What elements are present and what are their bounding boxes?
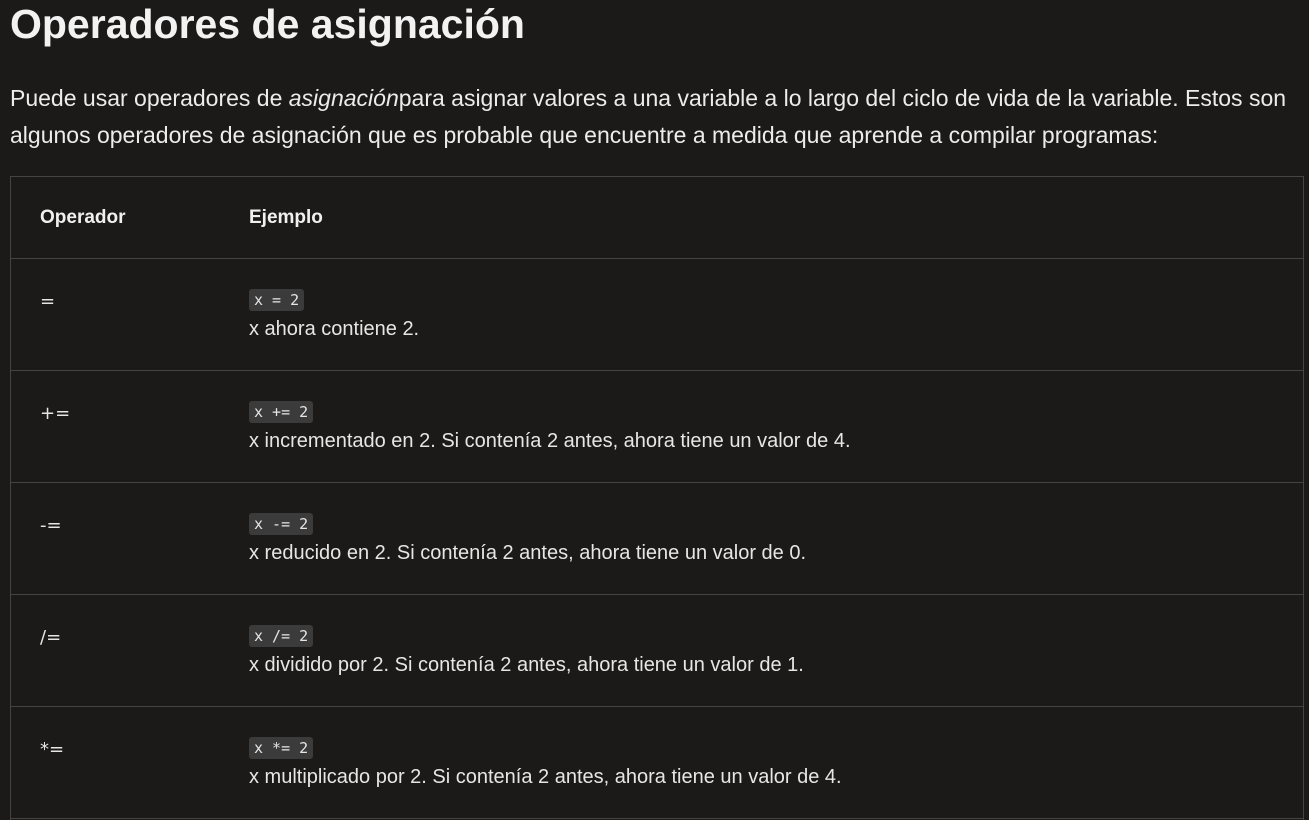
operator-cell: -= (40, 514, 62, 536)
table-row: -= x -= 2 x reducido en 2. Si contenía 2… (11, 482, 1303, 594)
operator-cell: *= (40, 738, 65, 760)
header-example: Ejemplo (249, 207, 323, 228)
table-row: = x = 2 x ahora contiene 2. (11, 258, 1303, 370)
example-cell: x /= 2 x dividido por 2. Si contenía 2 a… (249, 594, 1303, 706)
operator-cell: += (40, 402, 71, 424)
code-snippet: x += 2 (249, 400, 314, 423)
example-cell: x = 2 x ahora contiene 2. (249, 258, 1303, 370)
table-row: += x += 2 x incrementado en 2. Si conten… (11, 370, 1303, 482)
example-description: x dividido por 2. Si contenía 2 antes, a… (249, 653, 804, 676)
table-body: = x = 2 x ahora contiene 2. += x += 2 x … (11, 258, 1303, 818)
code-snippet: x = 2 (249, 288, 305, 311)
code-snippet: x *= 2 (249, 736, 314, 759)
article-page: Operadores de asignación Puede usar oper… (0, 0, 1309, 820)
intro-paragraph: Puede usar operadores de asignaciónpara … (10, 80, 1300, 154)
code-snippet: x /= 2 (249, 624, 314, 647)
table-header-row: Operador Ejemplo (11, 177, 1303, 258)
table-row: /= x /= 2 x dividido por 2. Si contenía … (11, 594, 1303, 706)
page-title: Operadores de asignación (10, 1, 525, 47)
example-cell: x *= 2 x multiplicado por 2. Si contenía… (249, 706, 1303, 818)
code-snippet: x -= 2 (249, 512, 314, 535)
example-cell: x += 2 x incrementado en 2. Si contenía … (249, 370, 1303, 482)
example-description: x reducido en 2. Si contenía 2 antes, ah… (249, 541, 807, 564)
intro-emphasis: asignación (288, 85, 399, 111)
operators-table-container: Operador Ejemplo = x = 2 x ahora contien… (10, 176, 1304, 820)
example-description: x incrementado en 2. Si contenía 2 antes… (249, 429, 851, 452)
operator-cell: /= (40, 626, 62, 648)
operator-cell: = (40, 290, 56, 312)
header-operator: Operador (40, 207, 126, 228)
operators-table: Operador Ejemplo = x = 2 x ahora contien… (11, 177, 1303, 819)
example-description: x multiplicado por 2. Si contenía 2 ante… (249, 765, 842, 788)
table-row: *= x *= 2 x multiplicado por 2. Si conte… (11, 706, 1303, 818)
intro-text-before: Puede usar operadores de (10, 85, 289, 111)
example-cell: x -= 2 x reducido en 2. Si contenía 2 an… (249, 482, 1303, 594)
table-header: Operador Ejemplo (11, 177, 1303, 258)
example-description: x ahora contiene 2. (249, 317, 420, 340)
